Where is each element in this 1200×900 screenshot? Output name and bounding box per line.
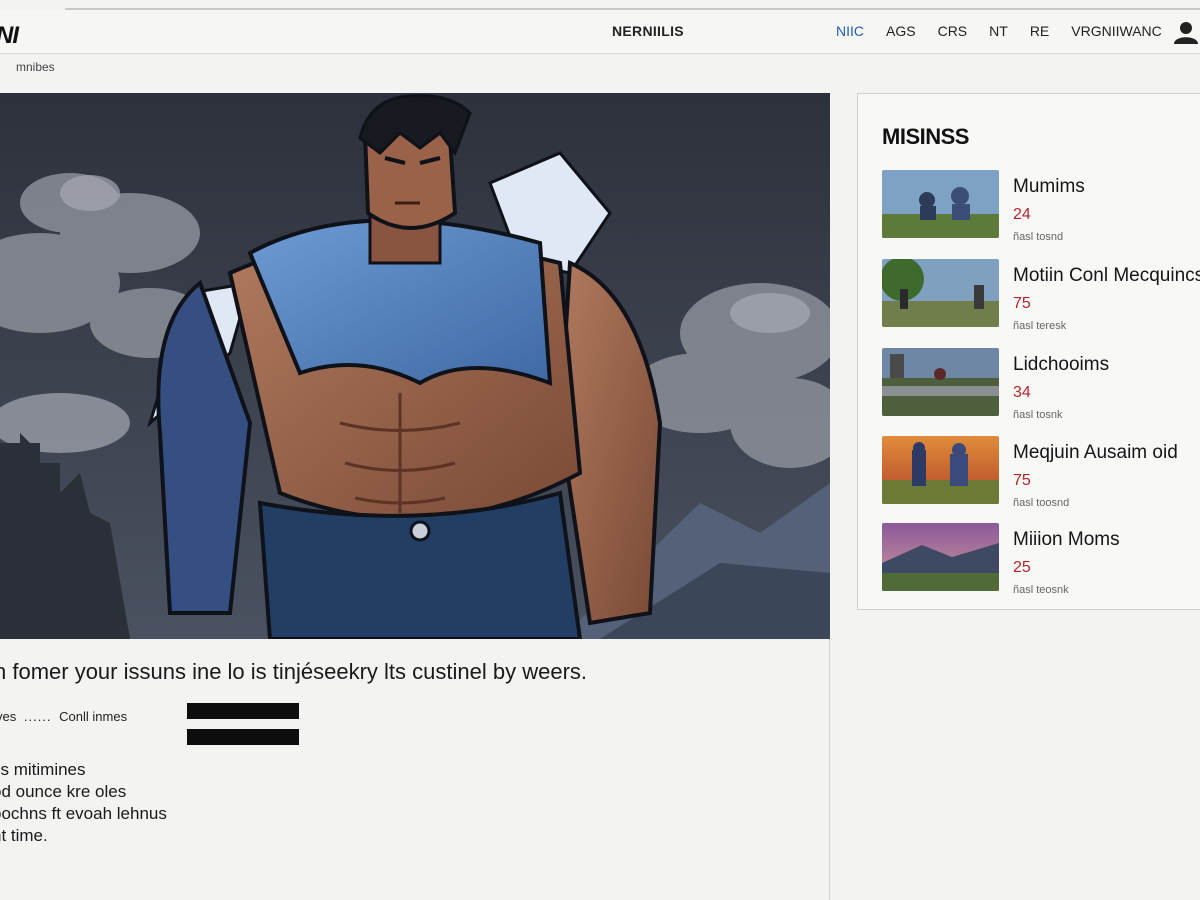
item-title[interactable]: Motiin Conl Mecquincs [1013, 265, 1200, 287]
top-navigation-bar: NI NERNIILIS NIIC AGS CRS NT RE VRGNIIWA… [0, 10, 1200, 54]
article-text: ss mitimines od ounce kre oles oochns ft… [0, 759, 167, 847]
main-nav: NIIC AGS CRS NT RE VRGNIIWANC [836, 23, 1184, 39]
body-line: oochns ft evoah lehnus [0, 804, 167, 823]
hero-illustration [0, 93, 830, 639]
sidebar-item[interactable]: Motiin Conl Mecquincs 75 ñasl teresk [882, 259, 1200, 339]
nav-item-vrgniiwanc[interactable]: VRGNIIWANC [1071, 23, 1161, 39]
nav-item-niic[interactable]: NIIC [836, 23, 864, 39]
nav-item-ags[interactable]: AGS [886, 23, 916, 39]
sidebar-panel: MISINSS Mumims 24 ñasl tosnd Motiin Conl… [857, 93, 1200, 610]
item-title[interactable]: Mumims [1013, 176, 1085, 198]
meta-dots: ...... [23, 709, 52, 724]
item-count: 75 [1013, 472, 1031, 489]
item-count: 34 [1013, 384, 1031, 401]
item-title[interactable]: Lidchooims [1013, 354, 1109, 376]
nav-item-crs[interactable]: CRS [938, 23, 968, 39]
article-body: n fomer your issuns ine lo is tinjéseekr… [0, 639, 830, 900]
sidebar-title: MISINSS [882, 124, 969, 149]
thumbnail-image[interactable] [882, 259, 999, 327]
thumbnail-image[interactable] [882, 523, 999, 591]
article-caption: n fomer your issuns ine lo is tinjéseekr… [0, 659, 588, 684]
breadcrumb[interactable]: mnibes [16, 60, 55, 74]
item-subtitle: ñasl tosnk [1013, 409, 1063, 421]
item-count: 25 [1013, 559, 1031, 576]
meta-right[interactable]: Conll inmes [59, 709, 127, 724]
hamburger-icon[interactable] [187, 703, 299, 745]
article-meta: ves ...... Conll inmes [0, 709, 127, 724]
item-subtitle: ñasl teosnk [1013, 584, 1069, 596]
nav-item-nt[interactable]: NT [989, 23, 1008, 39]
thumbnail-image[interactable] [882, 348, 999, 416]
sidebar-item[interactable]: Miiion Moms 25 ñasl teosnk [882, 523, 1200, 603]
meta-left: ves [0, 709, 17, 724]
body-line: ss mitimines [0, 760, 86, 779]
item-subtitle: ñasl tosnd [1013, 231, 1064, 243]
sidebar-item[interactable]: Lidchooims 34 ñasl tosnk [882, 348, 1200, 428]
item-subtitle: ñasl teresk [1013, 320, 1067, 332]
body-line: od ounce kre oles [0, 782, 127, 801]
user-icon[interactable] [1172, 20, 1200, 44]
item-subtitle: ñasl toosnd [1013, 497, 1070, 509]
sidebar-item[interactable]: Mumims 24 ñasl tosnd [882, 170, 1200, 250]
body-line: nt time. [0, 826, 48, 845]
site-logo[interactable]: NI [0, 22, 19, 50]
thumbnail-image[interactable] [882, 170, 999, 238]
item-count: 75 [1013, 295, 1031, 312]
thumbnail-image[interactable] [882, 436, 999, 504]
sidebar-item[interactable]: Meqjuin Ausaim oid 75 ñasl toosnd [882, 436, 1200, 516]
item-title[interactable]: Miiion Moms [1013, 529, 1120, 551]
site-title[interactable]: NERNIILIS [612, 23, 684, 39]
item-count: 24 [1013, 206, 1031, 223]
nav-item-re[interactable]: RE [1030, 23, 1049, 39]
item-title[interactable]: Meqjuin Ausaim oid [1013, 442, 1178, 464]
